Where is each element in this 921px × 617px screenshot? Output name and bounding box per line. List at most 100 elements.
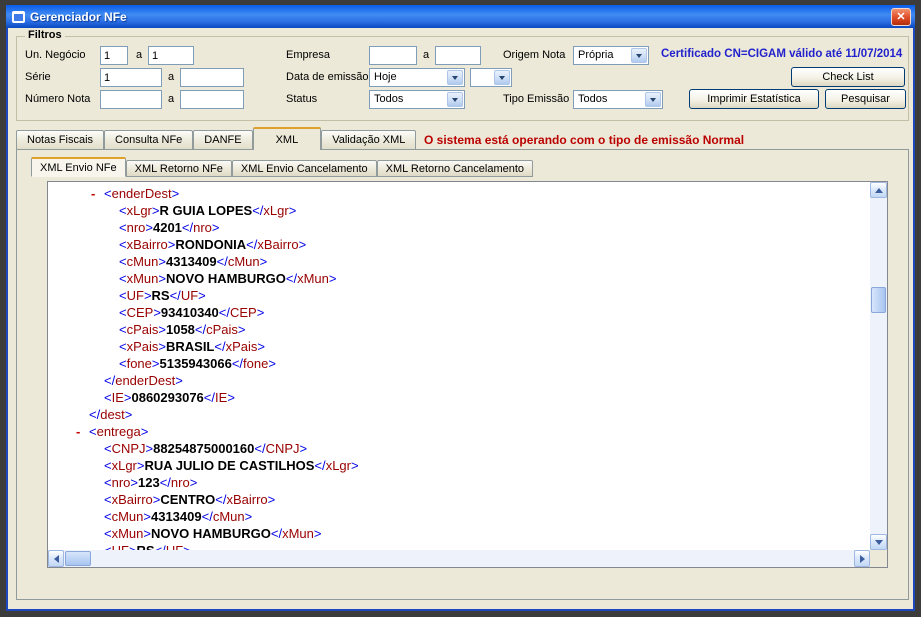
scroll-right-button[interactable] [854, 550, 870, 567]
title-bar[interactable]: Gerenciador NFe ✕ [6, 5, 915, 28]
scroll-left-icon [50, 554, 59, 563]
vertical-scrollbar-thumb[interactable] [871, 287, 886, 313]
serie-to-input[interactable] [180, 68, 244, 87]
origem-nota-combo[interactable]: Própria [573, 46, 649, 65]
xml-tab-panel: XML Envio NFe XML Retorno NFe XML Envio Ca… [16, 149, 909, 600]
data-emissao-label: Data de emissão [286, 71, 369, 83]
scroll-down-icon [874, 539, 883, 549]
tipo-emissao-dropdown-button[interactable] [645, 92, 661, 107]
collapse-icon[interactable]: - [76, 423, 89, 440]
window-title: Gerenciador NFe [30, 9, 127, 24]
emission-mode-status-text: O sistema está operando com o tipo de em… [424, 133, 745, 147]
xml-line: <UF>RS</UF> [48, 542, 870, 550]
data-emissao-combo[interactable]: Hoje [369, 68, 465, 87]
origem-nota-value: Própria [578, 49, 614, 61]
xml-line: <xLgr>R GUIA LOPES</xLgr> [119, 203, 297, 218]
imprimir-estatistica-button[interactable]: Imprimir Estatística [689, 89, 819, 109]
xml-line: <cMun>4313409</cMun> [104, 509, 253, 524]
data-emissao-secondary-dropdown-button[interactable] [494, 70, 510, 85]
status-label: Status [286, 93, 318, 105]
scroll-right-icon [859, 554, 869, 563]
collapse-icon[interactable]: - [91, 185, 104, 202]
chevron-down-icon [650, 98, 656, 105]
status-combo[interactable]: Todos [369, 90, 465, 109]
chevron-down-icon [452, 76, 458, 83]
app-icon [12, 10, 25, 23]
data-emissao-dropdown-button[interactable] [447, 70, 463, 85]
tab-valida-o-xml[interactable]: Validação XML [321, 130, 417, 149]
status-dropdown-button[interactable] [447, 92, 463, 107]
tipo-emissao-combo[interactable]: Todos [573, 90, 663, 109]
xml-line: <xBairro>CENTRO</xBairro> [104, 492, 276, 507]
scroll-up-icon [874, 184, 883, 193]
certificate-status-text: Certificado CN=CIGAM válido até 11/07/20… [661, 48, 903, 60]
scrollbar-corner [870, 550, 887, 567]
xml-line: - <enderDest> [91, 185, 180, 202]
xml-line: <xPais>BRASIL</xPais> [119, 339, 265, 354]
numero-nota-label: Número Nota [25, 93, 91, 105]
serie-from-input[interactable] [100, 68, 162, 87]
numero-nota-from-input[interactable] [100, 90, 162, 109]
xml-line: <xBairro>RONDONIA</xBairro> [119, 237, 307, 252]
data-emissao-value: Hoje [374, 71, 397, 83]
numero-nota-to-input[interactable] [180, 90, 244, 109]
main-tabs: Notas Fiscais Consulta NFe DANFE XML Validaç… [16, 127, 417, 150]
tipo-emissao-value: Todos [578, 93, 608, 105]
un-negocio-label: Un. Negócio [25, 49, 86, 61]
scroll-left-button[interactable] [48, 550, 64, 567]
xml-line: <CNPJ>88254875000160</CNPJ> [104, 441, 308, 456]
xml-viewer: - <enderDest> <xLgr>R GUIA LOPES</xLgr> <nr… [47, 181, 888, 568]
close-button[interactable]: ✕ [891, 7, 911, 26]
empresa-from-input[interactable] [369, 46, 417, 65]
xml-line: </enderDest> [104, 373, 183, 388]
empresa-label: Empresa [286, 49, 331, 61]
data-emissao-secondary-combo[interactable] [470, 68, 512, 87]
xml-subtabs: XML Envio NFe XML Retorno NFe XML Envio Ca… [31, 157, 534, 177]
chevron-down-icon [636, 54, 642, 61]
origem-nota-dropdown-button[interactable] [631, 48, 647, 63]
xml-line: <cPais>1058</cPais> [119, 322, 246, 337]
tipo-emissao-label: Tipo Emissão [503, 93, 570, 105]
check-list-button[interactable]: Check List [791, 67, 905, 87]
horizontal-scrollbar[interactable] [48, 550, 870, 567]
xml-line: <cMun>4313409</cMun> [119, 254, 268, 269]
vertical-scrollbar[interactable] [870, 182, 887, 550]
tab-notas-fiscais[interactable]: Notas Fiscais [16, 130, 105, 149]
app-window: Gerenciador NFe ✕ Filtros Un. Negócio a … [6, 5, 915, 611]
xml-line: <xMun>NOVO HAMBURGO</xMun> [119, 271, 337, 286]
un-negocio-from-input[interactable] [100, 46, 128, 65]
xml-content: - <enderDest> <xLgr>R GUIA LOPES</xLgr> <nr… [48, 182, 870, 550]
xml-line: <fone>5135943066</fone> [119, 356, 276, 371]
xml-line: <UF>RS</UF> [119, 288, 206, 303]
horizontal-scrollbar-thumb[interactable] [65, 551, 91, 566]
chevron-down-icon [499, 76, 505, 83]
empresa-to-input[interactable] [435, 46, 481, 65]
xml-line: <nro>4201</nro> [119, 220, 220, 235]
pesquisar-button[interactable]: Pesquisar [825, 89, 906, 109]
chevron-down-icon [452, 98, 458, 105]
filters-legend: Filtros [25, 29, 65, 41]
close-icon: ✕ [896, 11, 906, 23]
subtab-xml-retorno-nfe[interactable]: XML Retorno NFe [125, 160, 232, 177]
status-value: Todos [374, 93, 404, 105]
subtab-xml-envio-nfe[interactable]: XML Envio NFe [31, 157, 126, 177]
tab-consulta-nfe[interactable]: Consulta NFe [104, 130, 194, 149]
subtab-xml-retorno-cancelamento[interactable]: XML Retorno Cancelamento [376, 160, 534, 177]
scroll-up-button[interactable] [870, 182, 887, 198]
xml-line: <IE>0860293076</IE> [104, 390, 235, 405]
numero-nota-range-separator: a [168, 93, 175, 105]
tab-danfe[interactable]: DANFE [193, 130, 253, 149]
serie-range-separator: a [168, 71, 175, 83]
xml-line: <xMun>NOVO HAMBURGO</xMun> [104, 526, 322, 541]
subtab-xml-envio-cancelamento[interactable]: XML Envio Cancelamento [231, 160, 377, 177]
origem-nota-label: Origem Nota [503, 49, 566, 61]
xml-line: <xLgr>RUA JULIO DE CASTILHOS</xLgr> [104, 458, 359, 473]
xml-line: </dest> [89, 407, 133, 422]
un-negocio-to-input[interactable] [148, 46, 194, 65]
filters-groupbox: Filtros Un. Negócio a Empresa a Origem N… [16, 29, 909, 121]
empresa-range-separator: a [423, 49, 430, 61]
scroll-down-button[interactable] [870, 534, 887, 550]
xml-line: - <entrega> [76, 423, 149, 440]
tab-xml[interactable]: XML [252, 127, 322, 150]
xml-line: <nro>123</nro> [104, 475, 198, 490]
